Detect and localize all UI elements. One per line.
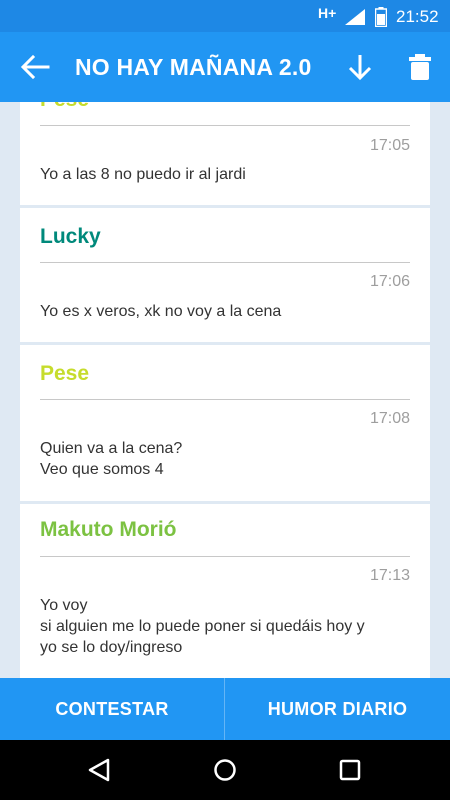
nav-recents-icon[interactable] — [339, 759, 361, 781]
message-line: Yo a las 8 no puedo ir al jardi — [40, 166, 246, 183]
message-card: Pese 17:05 Yo a las 8 no puedo ir al jar… — [20, 102, 430, 205]
message-card: Pese 17:08 Quien va a la cena? Veo que s… — [20, 345, 430, 501]
message-author: Makuto Morió — [40, 518, 177, 541]
divider — [40, 399, 410, 400]
message-line: si alguien me lo puede poner si quedáis … — [40, 618, 365, 635]
message-card: Lucky 17:06 Yo es x veros, xk no voy a l… — [20, 208, 430, 342]
chat-title: NO HAY MAÑANA 2.0 — [75, 54, 312, 80]
clock: 21:52 — [396, 7, 439, 26]
signal-icon — [345, 9, 365, 25]
message-line: Yo voy — [40, 597, 88, 614]
message-text: Quien va a la cena? Veo que somos 4 — [40, 438, 408, 480]
divider — [40, 556, 410, 557]
status-bar: H+ 21:52 — [0, 0, 450, 32]
nav-home-icon[interactable] — [213, 758, 237, 782]
daily-humor-button[interactable]: HUMOR DIARIO — [225, 678, 450, 740]
download-arrow-icon[interactable] — [346, 52, 374, 82]
network-type: H+ — [318, 5, 337, 21]
message-line: Veo que somos 4 — [40, 461, 164, 478]
divider — [40, 262, 410, 263]
message-time: 17:08 — [369, 410, 410, 427]
message-time: 17:06 — [369, 273, 410, 290]
message-card: Makuto Morió 17:13 Yo voy si alguien me … — [20, 504, 430, 678]
bottom-action-bar: CONTESTAR HUMOR DIARIO — [0, 678, 450, 740]
system-navigation-bar — [0, 740, 450, 800]
message-line: Yo es x veros, xk no voy a la cena — [40, 303, 282, 320]
message-line: yo se lo doy/ingreso — [40, 639, 183, 656]
message-time: 17:13 — [369, 567, 410, 584]
message-line: Quien va a la cena? — [40, 440, 183, 457]
message-text: Yo es x veros, xk no voy a la cena — [40, 301, 408, 322]
app-bar: NO HAY MAÑANA 2.0 — [0, 32, 450, 102]
message-author: Pese — [40, 102, 89, 112]
message-text: Yo a las 8 no puedo ir al jardi — [40, 164, 408, 185]
message-feed[interactable]: Pese 17:05 Yo a las 8 no puedo ir al jar… — [0, 102, 450, 678]
message-author: Pese — [40, 362, 90, 385]
battery-icon — [375, 7, 387, 27]
back-arrow-icon[interactable] — [20, 54, 50, 80]
nav-back-icon[interactable] — [88, 758, 110, 782]
reply-button[interactable]: CONTESTAR — [0, 678, 224, 740]
message-time: 17:05 — [369, 137, 410, 154]
divider — [40, 125, 410, 126]
trash-icon[interactable] — [407, 52, 433, 82]
message-text: Yo voy si alguien me lo puede poner si q… — [40, 595, 408, 658]
message-author: Lucky — [40, 225, 101, 248]
